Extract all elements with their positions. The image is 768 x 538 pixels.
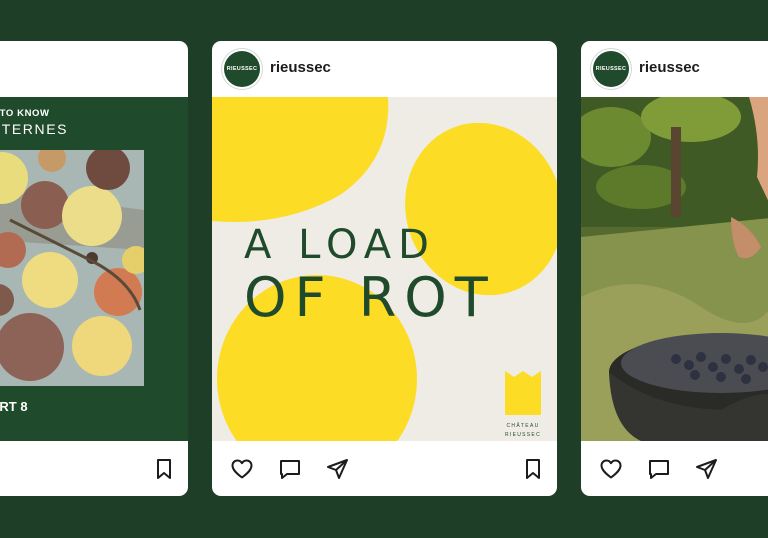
send-icon[interactable] xyxy=(695,457,719,481)
post-media[interactable]: T TO KNOW UTERNES ART 8 xyxy=(0,97,188,441)
avatar[interactable]: RIEUSSEC xyxy=(593,51,629,87)
heart-icon[interactable] xyxy=(599,457,623,481)
grapes-photo xyxy=(0,150,144,386)
send-icon[interactable] xyxy=(326,457,350,481)
post-username[interactable]: rieussec xyxy=(639,59,700,76)
post-headline: A LOAD OF ROT xyxy=(244,225,496,325)
logo-text-line1: CHÂTEAU xyxy=(506,423,540,429)
post-actions xyxy=(581,441,768,496)
comment-icon[interactable] xyxy=(647,457,671,481)
post-header: RIEUSSEC rieussec xyxy=(581,41,768,97)
chateau-logo: CHÂTEAU RIEUSSEC xyxy=(505,371,541,438)
heart-icon[interactable] xyxy=(230,457,254,481)
post-part-label: ART 8 xyxy=(0,399,28,414)
post-text-line2: UTERNES xyxy=(0,121,69,137)
logo-text-line2: RIEUSSEC xyxy=(505,432,541,438)
post-media[interactable]: A LOAD OF ROT CHÂTEAU RIEUSSEC xyxy=(212,97,557,441)
harvest-photo xyxy=(581,97,768,441)
avatar[interactable]: RIEUSSEC xyxy=(224,51,260,87)
bookmark-icon[interactable] xyxy=(521,457,545,481)
crown-logo-icon xyxy=(505,371,541,415)
post-card-right: RIEUSSEC rieussec xyxy=(581,41,768,496)
post-actions xyxy=(0,441,188,496)
post-card-left: T TO KNOW UTERNES ART 8 xyxy=(0,41,188,496)
headline-line1: A LOAD xyxy=(244,222,436,268)
post-header xyxy=(0,41,188,97)
comment-icon[interactable] xyxy=(278,457,302,481)
headline-line2: OF ROT xyxy=(244,266,496,329)
post-text-line1: T TO KNOW xyxy=(0,108,50,119)
post-username[interactable]: rieussec xyxy=(270,59,331,76)
post-card-center: RIEUSSEC rieussec A LOAD OF ROT CHÂTEAU … xyxy=(212,41,557,496)
post-media[interactable] xyxy=(581,97,768,441)
post-header: RIEUSSEC rieussec xyxy=(212,41,557,97)
bookmark-icon[interactable] xyxy=(152,457,176,481)
post-actions xyxy=(212,441,557,496)
